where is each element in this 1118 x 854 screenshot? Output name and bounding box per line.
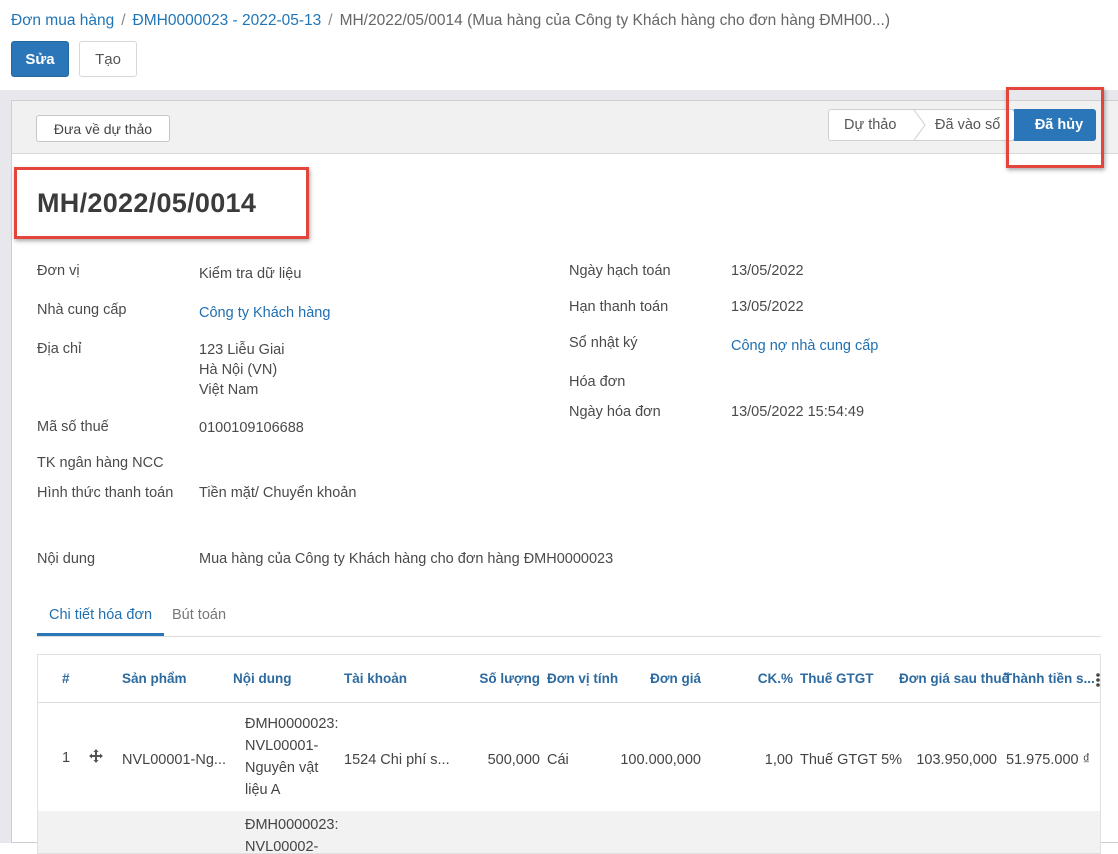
content-value: Mua hàng của Công ty Khách hàng cho đơn … — [199, 551, 614, 567]
column-header-account[interactable]: Tài khoản — [344, 655, 407, 703]
price-cell[interactable]: 100.000,000 — [611, 752, 701, 768]
record-title: MH/2022/05/0014 — [37, 188, 257, 218]
subtotal-cell[interactable]: 51.975.000 ₫ — [1006, 752, 1090, 768]
description-cell[interactable]: ĐMH0000023: NVL00002- — [245, 814, 345, 854]
column-header-number[interactable]: # — [62, 655, 70, 703]
tab-journal-items[interactable]: Bút toán — [172, 595, 226, 636]
unit-value: Kiểm tra dữ liệu — [199, 266, 302, 282]
notebook-tabs: Chi tiết hóa đơn Bút toán — [37, 595, 1101, 637]
control-panel: Đơn mua hàng / ĐMH0000023 - 2022-05-13 / MH/… — [0, 0, 1118, 90]
status-step-draft[interactable]: Dự thảo — [844, 110, 896, 140]
invoice-date-label: Ngày hóa đơn — [569, 404, 661, 420]
table-row[interactable]: 1 NVL00001-Ng... ĐMH0000023: NVL00001- N… — [38, 704, 1100, 811]
unit-label: Đơn vị — [37, 263, 80, 279]
column-header-vat[interactable]: Thuế GTGT — [800, 655, 874, 703]
table-header: # Sản phẩm Nội dung Tài khoản Số lượng Đ… — [38, 655, 1101, 703]
invoice-label: Hóa đơn — [569, 374, 626, 390]
description-line: NVL00002- — [245, 839, 319, 854]
column-header-product[interactable]: Sản phẩm — [122, 655, 187, 703]
column-options-icon[interactable] — [1095, 672, 1101, 688]
breadcrumb-current: MH/2022/05/0014 (Mua hàng của Công ty Kh… — [339, 12, 890, 29]
step-separator-icon — [913, 110, 926, 140]
breadcrumb: Đơn mua hàng / ĐMH0000023 - 2022-05-13 / MH/… — [11, 12, 890, 30]
column-header-uom[interactable]: Đơn vị tính — [547, 655, 618, 703]
uom-cell[interactable]: Cái — [547, 752, 569, 768]
address-line-1: 123 Liễu Giai — [199, 342, 285, 358]
payment-method-value: Tiền mặt/ Chuyển khoản — [199, 485, 357, 501]
reset-to-draft-button[interactable]: Đưa về dự thảo — [36, 115, 170, 142]
due-date-value: 13/05/2022 — [731, 299, 804, 315]
column-header-discount[interactable]: CK.% — [748, 655, 793, 703]
journal-link[interactable]: Công nợ nhà cung cấp — [731, 338, 878, 354]
vat-cell[interactable]: Thuế GTGT 5% — [800, 752, 902, 768]
description-line: ĐMH0000023: — [245, 716, 339, 732]
column-header-quantity[interactable]: Số lượng — [478, 655, 540, 703]
drag-handle-icon[interactable] — [89, 749, 103, 763]
description-line: ĐMH0000023: — [245, 817, 339, 833]
row-number: 1 — [62, 750, 71, 766]
column-header-description[interactable]: Nội dung — [233, 655, 291, 703]
account-cell[interactable]: 1524 Chi phí s... — [344, 752, 450, 768]
address-label: Địa chỉ — [37, 341, 82, 357]
quantity-cell[interactable]: 500,000 — [468, 752, 540, 768]
description-line: Nguyên vật — [245, 760, 319, 776]
status-step-cancelled[interactable]: Đã hủy — [1014, 109, 1096, 141]
address-line-3: Việt Nam — [199, 382, 259, 398]
breadcrumb-order[interactable]: ĐMH0000023 - 2022-05-13 — [133, 12, 322, 29]
tab-invoice-lines[interactable]: Chi tiết hóa đơn — [37, 595, 165, 636]
content-label: Nội dung — [37, 551, 96, 567]
breadcrumb-separator: / — [121, 12, 126, 29]
status-steps: Dự thảo Đã vào sổ Đã hủy — [828, 109, 1098, 141]
price-after-tax-cell[interactable]: 103.950,000 — [896, 752, 997, 768]
status-steps-container: Dự thảo Đã vào sổ — [828, 109, 1014, 141]
form-sheet: Đưa về dự thảo Dự thảo Đã vào sổ Đã hủy … — [11, 100, 1118, 854]
description-line: NVL00001- — [245, 738, 319, 754]
vendor-bank-label: TK ngân hàng NCC — [37, 455, 164, 471]
payment-method-label: Hình thức thanh toán — [37, 485, 174, 501]
accounting-date-value: 13/05/2022 — [731, 263, 804, 279]
description-line: liệu A — [245, 782, 281, 798]
breadcrumb-purchase-orders[interactable]: Đơn mua hàng — [11, 12, 114, 29]
column-header-price[interactable]: Đơn giá — [638, 655, 701, 703]
vendor-label: Nhà cung cấp — [37, 302, 127, 318]
invoice-lines-table: # Sản phẩm Nội dung Tài khoản Số lượng Đ… — [37, 654, 1101, 854]
description-cell[interactable]: ĐMH0000023: NVL00001- Nguyên vật liệu A — [245, 713, 345, 801]
address-line-2: Hà Nội (VN) — [199, 362, 278, 378]
tax-code-value: 0100109106688 — [199, 420, 304, 436]
column-header-price-after-tax[interactable]: Đơn giá sau thuế — [899, 655, 1009, 703]
table-row[interactable]: ĐMH0000023: NVL00002- — [38, 811, 1100, 854]
accounting-date-label: Ngày hạch toán — [569, 263, 671, 279]
journal-label: Sổ nhật ký — [569, 335, 638, 351]
vendor-link[interactable]: Công ty Khách hàng — [199, 305, 330, 321]
discount-cell[interactable]: 1,00 — [738, 752, 793, 768]
product-cell[interactable]: NVL00001-Ng... — [122, 752, 226, 768]
column-header-subtotal[interactable]: Thành tiền s... — [1004, 655, 1095, 703]
due-date-label: Hạn thanh toán — [569, 299, 669, 315]
edit-button[interactable]: Sửa — [11, 41, 69, 77]
status-step-posted[interactable]: Đã vào sổ — [935, 110, 1000, 140]
create-button[interactable]: Tạo — [79, 41, 137, 77]
tax-code-label: Mã số thuế — [37, 419, 109, 435]
invoice-date-value: 13/05/2022 15:54:49 — [731, 404, 865, 420]
status-bar: Đưa về dự thảo Dự thảo Đã vào sổ Đã hủy — [12, 101, 1118, 154]
breadcrumb-separator: / — [328, 12, 333, 29]
